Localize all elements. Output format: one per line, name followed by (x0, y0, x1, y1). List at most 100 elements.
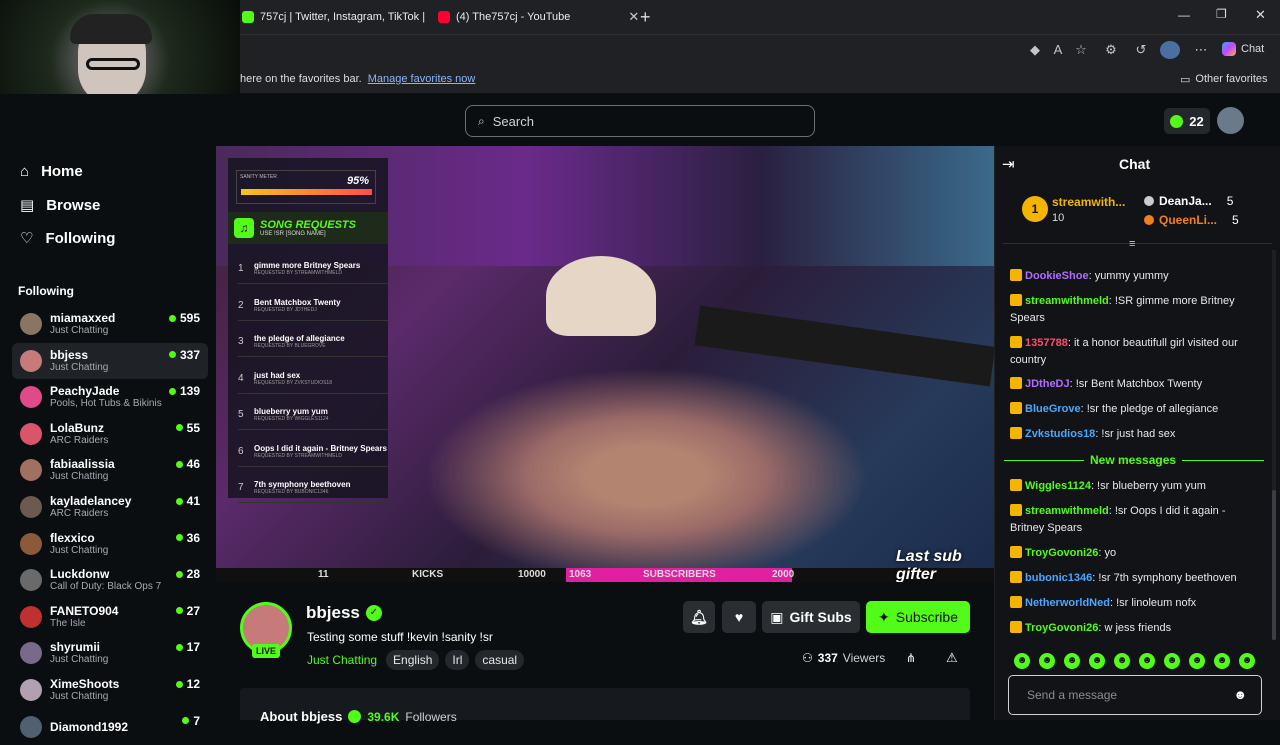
chat-username[interactable]: DookieShoe (1025, 270, 1089, 282)
nav-following[interactable]: ♡ Following (20, 229, 115, 248)
profile-icon[interactable] (1160, 41, 1180, 59)
gift-subs-button[interactable]: ▣ Gift Subs (762, 601, 860, 633)
more-icon[interactable]: ⋯ (1193, 42, 1209, 58)
chat-username[interactable]: bubonic1346 (1025, 572, 1092, 584)
history-icon[interactable]: ↺ (1133, 42, 1149, 58)
nav-browse[interactable]: ▤ Browse (20, 196, 100, 215)
chat-username[interactable]: BlueGrove (1025, 403, 1081, 415)
tab-youtube[interactable]: (4) The757cj - YouTube ✕ (438, 6, 639, 28)
channel-category: Just Chatting (50, 654, 109, 666)
extensions-icon[interactable]: ⚙ (1103, 42, 1119, 58)
other-favorites[interactable]: ▭ Other favorites (1180, 73, 1268, 86)
close-icon[interactable]: ✕ (628, 9, 639, 25)
window-close-icon[interactable]: ✕ (1255, 7, 1266, 23)
emoji-icon[interactable]: ☻ (1233, 687, 1247, 702)
about-title: About bbjess (260, 709, 343, 724)
sidebar-item-luckdonw[interactable]: Luckdonw Call of Duty: Black Ops 7 28 (12, 562, 208, 598)
chat-username[interactable]: TroyGovoni26 (1025, 547, 1098, 559)
chat-scroll-thumb[interactable] (1272, 490, 1276, 640)
copilot-chat-button[interactable]: Chat (1222, 42, 1264, 56)
viewers-number: 337 (817, 651, 838, 665)
sidebar-item-kayladelancey[interactable]: kayladelancey ARC Raiders 41 (12, 489, 208, 525)
tag-irl[interactable]: Irl (445, 650, 470, 670)
gifter-name: QueenLi... (1159, 213, 1218, 227)
read-aloud-icon[interactable]: A (1050, 42, 1066, 57)
share-icon[interactable]: ⋔ (906, 651, 916, 665)
kicks-count: 11 (318, 569, 329, 580)
notification-bell-button[interactable]: 🔔︎ (683, 601, 715, 633)
request-number: 6 (238, 445, 244, 457)
nav-home[interactable]: ⌂ Home (20, 163, 83, 180)
emote-icon[interactable]: ☻ (1039, 653, 1055, 669)
sidebar-item-miamaxxed[interactable]: miamaxxed Just Chatting 595 (12, 306, 208, 342)
emote-icon[interactable]: ☻ (1064, 653, 1080, 669)
points-button[interactable]: 22 (1164, 108, 1210, 134)
chat-username[interactable]: Zvkstudios18 (1025, 428, 1095, 440)
pin-toggle-icon[interactable]: ≡ (1129, 238, 1135, 250)
request-by: REQUESTED BY STREAMWITHMELD (254, 270, 342, 276)
video-player[interactable]: SANITY METER 95% ♫ SONG REQUESTS USE !SR… (216, 146, 994, 582)
follow-heart-button[interactable]: ♥ (722, 601, 756, 633)
sidebar-item-faneto904[interactable]: FANETO904 The Isle 27 (12, 599, 208, 635)
top-gifter-count: 10 (1052, 212, 1065, 224)
request-title: the pledge of allegiance (254, 334, 345, 343)
subscriber-badge-icon (1010, 294, 1022, 306)
chat-username[interactable]: streamwithmeld (1025, 295, 1109, 307)
chat-scrollbar[interactable] (1272, 250, 1276, 640)
chat-message-input[interactable]: Send a message ☻ (1008, 675, 1262, 715)
webcam-hair (70, 14, 152, 44)
viewer-count: 36 (175, 531, 200, 545)
sidebar-item-fabiaalissia[interactable]: fabiaalissia Just Chatting 46 (12, 452, 208, 488)
song-requests-sub: USE !SR [SONG NAME] (260, 231, 326, 237)
chat-username[interactable]: Wiggles1124 (1025, 480, 1091, 492)
maximize-icon[interactable]: ❐ (1216, 7, 1227, 21)
emote-icon[interactable]: ☻ (1114, 653, 1130, 669)
sidebar-item-flexxico[interactable]: flexxico Just Chatting 36 (12, 526, 208, 562)
chat-message: Zvkstudios18: !sr just had sex (1010, 426, 1260, 443)
live-dot-icon (182, 717, 190, 725)
gifter-3[interactable]: QueenLi... 5 (1144, 213, 1239, 227)
tag-icon[interactable]: ◆ (1027, 42, 1043, 58)
emote-icon[interactable]: ☻ (1089, 653, 1105, 669)
top-gifter-name[interactable]: streamwith... (1052, 195, 1125, 209)
chat-username[interactable]: streamwithmeld (1025, 505, 1109, 517)
sidebar-item-diamond1992[interactable]: Diamond1992 7 (12, 709, 208, 745)
viewer-count: 595 (168, 311, 200, 325)
kick-coin-icon (1170, 114, 1184, 128)
song-requests-header: ♫ SONG REQUESTS USE !SR [SONG NAME] (228, 212, 388, 244)
tag-casual[interactable]: casual (475, 650, 525, 670)
viewer-number: 55 (186, 420, 200, 435)
emote-icon[interactable]: ☻ (1139, 653, 1155, 669)
collapse-chat-icon[interactable]: ⇥ (1002, 155, 1015, 173)
emote-icon[interactable]: ☻ (1014, 653, 1030, 669)
chat-username[interactable]: 1357788 (1025, 337, 1068, 349)
manage-favorites-link[interactable]: Manage favorites now (368, 73, 476, 85)
sidebar-item-shyrumii[interactable]: shyrumii Just Chatting 17 (12, 635, 208, 671)
subscribe-button[interactable]: ✦ Subscribe (866, 601, 970, 633)
search-input[interactable]: ⌕ Search (465, 105, 815, 137)
tag-english[interactable]: English (386, 650, 440, 670)
new-tab-icon[interactable]: + (640, 7, 651, 28)
chat-username[interactable]: TroyGovoni26 (1025, 622, 1098, 634)
emote-icon[interactable]: ☻ (1214, 653, 1230, 669)
emote-icon[interactable]: ☻ (1189, 653, 1205, 669)
sidebar-item-ximeshoots[interactable]: XimeShoots Just Chatting 12 (12, 672, 208, 708)
sidebar-item-lolabunz[interactable]: LolaBunz ARC Raiders 55 (12, 416, 208, 452)
streamer-name[interactable]: bbjess (306, 603, 360, 623)
kick-favicon (242, 11, 254, 23)
category-link[interactable]: Just Chatting (307, 653, 377, 667)
followers-label: Followers (405, 709, 457, 724)
sidebar-item-peachyjade[interactable]: PeachyJade Pools, Hot Tubs & Bikinis 139 (12, 379, 208, 415)
sidebar-item-bbjess[interactable]: bbjess Just Chatting 337 (12, 342, 208, 379)
emote-icon[interactable]: ☻ (1164, 653, 1180, 669)
report-icon[interactable]: ⚠ (946, 650, 958, 666)
user-avatar[interactable] (1217, 107, 1244, 134)
avatar (20, 642, 42, 665)
emote-icon[interactable]: ☻ (1239, 653, 1255, 669)
chat-username[interactable]: NetherworldNed (1025, 597, 1110, 609)
chat-username[interactable]: JDtheDJ (1025, 378, 1070, 390)
tab-twitter[interactable]: 757cj | Twitter, Instagram, TikTok | ✕ (242, 6, 448, 28)
favorite-star-icon[interactable]: ☆ (1073, 42, 1089, 58)
minimize-icon[interactable]: — (1178, 8, 1190, 22)
gifter-2[interactable]: DeanJa... 5 (1144, 194, 1233, 208)
